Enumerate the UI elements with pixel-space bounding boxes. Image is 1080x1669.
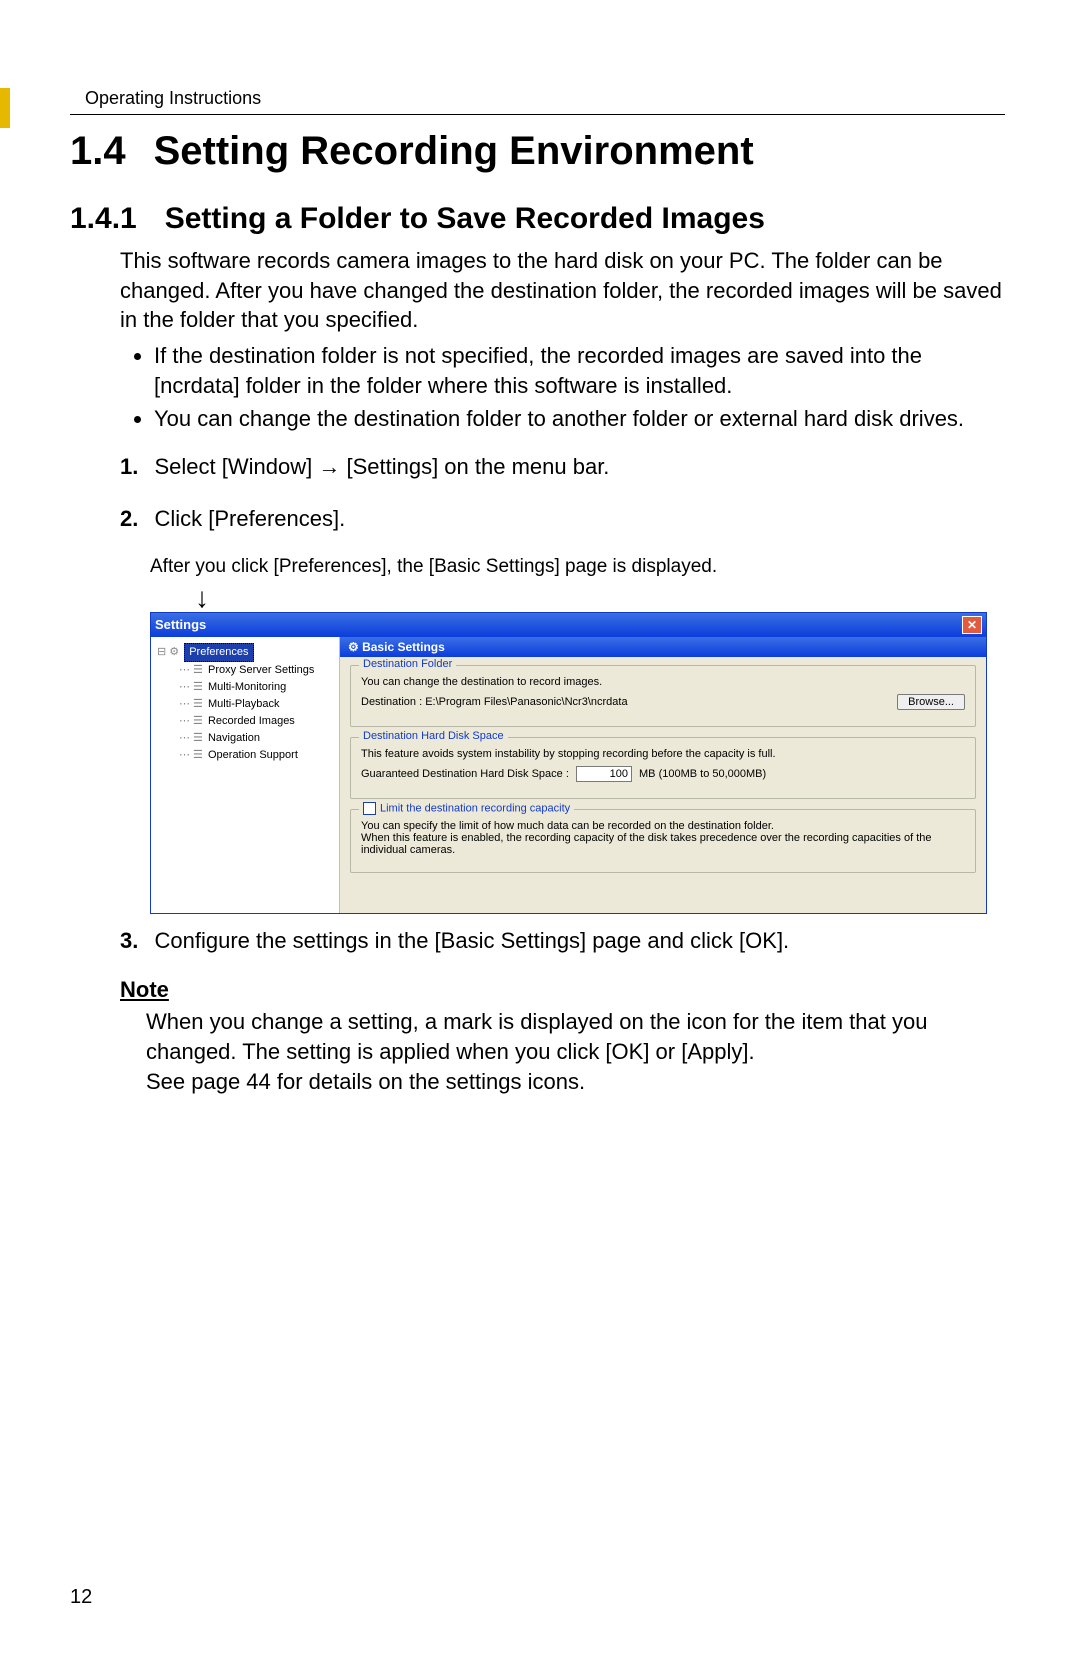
bullet-list: If the destination folder is not specifi… bbox=[154, 341, 1005, 434]
running-header: Operating Instructions bbox=[85, 88, 1005, 109]
browse-button[interactable]: Browse... bbox=[897, 694, 965, 710]
step-3: 3. Configure the settings in the [Basic … bbox=[120, 926, 1005, 956]
header-rule bbox=[70, 114, 1005, 115]
disk-space-setting: Guaranteed Destination Hard Disk Space :… bbox=[361, 766, 965, 782]
tree-root[interactable]: ⊟ ⚙ Preferences bbox=[155, 643, 335, 662]
step-2-followup: After you click [Preferences], the [Basi… bbox=[150, 556, 1005, 578]
step-2: 2. Click [Preferences]. bbox=[120, 504, 1005, 534]
limit-desc: You can specify the limit of how much da… bbox=[361, 820, 965, 856]
dialog-titlebar: Settings ✕ bbox=[151, 613, 986, 637]
tree-item[interactable]: ⋯ ☰ Recorded Images bbox=[177, 713, 335, 730]
group-disk-space: Destination Hard Disk Space This feature… bbox=[350, 737, 976, 799]
close-button[interactable]: ✕ bbox=[962, 616, 982, 634]
step-1: 1. Select [Window] → [Settings] on the m… bbox=[120, 452, 1005, 482]
pointer-arrow-icon: ↓ bbox=[195, 584, 1005, 612]
disk-space-input[interactable] bbox=[576, 766, 632, 782]
step-number: 1. bbox=[120, 454, 138, 479]
tree-item[interactable]: ⋯ ☰ Operation Support bbox=[177, 747, 335, 764]
step-number: 2. bbox=[120, 506, 138, 531]
section-heading: 1.4 Setting Recording Environment bbox=[70, 129, 1005, 174]
dest-folder-path: Destination : E:\Program Files\Panasonic… bbox=[361, 696, 889, 708]
step-text-pre: Select [Window] bbox=[154, 454, 312, 479]
dest-folder-desc: You can change the destination to record… bbox=[361, 676, 965, 688]
group-destination-folder: Destination Folder You can change the de… bbox=[350, 665, 976, 727]
subsection-title: Setting a Folder to Save Recorded Images bbox=[165, 202, 765, 235]
limit-checkbox[interactable] bbox=[363, 802, 376, 815]
document-page: Operating Instructions 1.4 Setting Record… bbox=[0, 0, 1080, 1669]
panel-title: ⚙ Basic Settings bbox=[340, 637, 986, 657]
settings-dialog: Settings ✕ ⊟ ⚙ Preferences ⋯ ☰ Proxy Ser… bbox=[150, 612, 987, 914]
dialog-body: ⊟ ⚙ Preferences ⋯ ☰ Proxy Server Setting… bbox=[151, 637, 986, 913]
subsection-number: 1.4.1 bbox=[70, 202, 137, 235]
arrow-icon: → bbox=[318, 452, 340, 482]
group-legend: Destination Folder bbox=[359, 658, 456, 670]
panel-title-icon: ⚙ bbox=[348, 640, 362, 654]
tree-item[interactable]: ⋯ ☰ Proxy Server Settings bbox=[177, 662, 335, 679]
group-legend: Limit the destination recording capacity bbox=[359, 802, 574, 815]
note-paragraph: See page 44 for details on the settings … bbox=[146, 1067, 1005, 1097]
intro-paragraph: This software records camera images to t… bbox=[120, 246, 1005, 335]
note-heading: Note bbox=[120, 977, 1005, 1003]
page-number: 12 bbox=[70, 1586, 92, 1609]
step-text: Click [Preferences]. bbox=[154, 506, 345, 531]
disk-space-desc: This feature avoids system instability b… bbox=[361, 748, 965, 760]
section-number: 1.4 bbox=[70, 129, 126, 173]
side-accent-bar bbox=[0, 88, 10, 128]
step-number: 3. bbox=[120, 928, 138, 953]
dialog-title: Settings bbox=[155, 617, 206, 632]
tree-item[interactable]: ⋯ ☰ Navigation bbox=[177, 730, 335, 747]
tree-item[interactable]: ⋯ ☰ Multi-Monitoring bbox=[177, 679, 335, 696]
section-title: Setting Recording Environment bbox=[154, 129, 754, 173]
settings-tree[interactable]: ⊟ ⚙ Preferences ⋯ ☰ Proxy Server Setting… bbox=[151, 637, 340, 913]
tree-root-label: Preferences bbox=[184, 643, 253, 662]
step-text: Configure the settings in the [Basic Set… bbox=[154, 928, 789, 953]
basic-settings-panel: ⚙ Basic Settings Destination Folder You … bbox=[340, 637, 986, 913]
bullet-item: You can change the destination folder to… bbox=[154, 404, 1005, 434]
group-limit-capacity: Limit the destination recording capacity… bbox=[350, 809, 976, 873]
disk-space-unit: MB (100MB to 50,000MB) bbox=[639, 768, 766, 780]
tree-item[interactable]: ⋯ ☰ Multi-Playback bbox=[177, 696, 335, 713]
disk-space-label: Guaranteed Destination Hard Disk Space : bbox=[361, 768, 569, 780]
note-paragraph: When you change a setting, a mark is dis… bbox=[146, 1007, 1005, 1066]
steps-list-cont: 3. Configure the settings in the [Basic … bbox=[120, 926, 1005, 956]
bullet-item: If the destination folder is not specifi… bbox=[154, 341, 1005, 400]
group-legend: Destination Hard Disk Space bbox=[359, 730, 508, 742]
subsection-heading: 1.4.1 Setting a Folder to Save Recorded I… bbox=[70, 202, 1005, 236]
step-text-post: [Settings] on the menu bar. bbox=[346, 454, 609, 479]
steps-list: 1. Select [Window] → [Settings] on the m… bbox=[120, 452, 1005, 533]
